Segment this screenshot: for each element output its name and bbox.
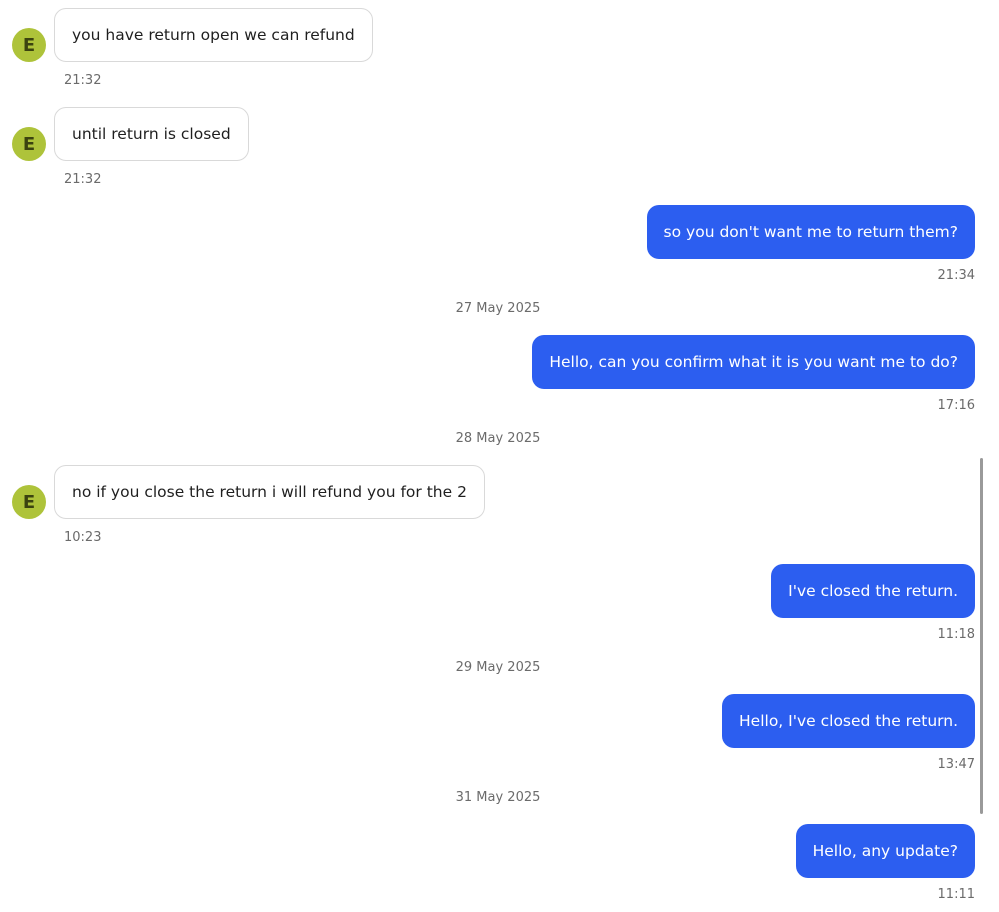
message-timestamp: 21:34 xyxy=(937,268,975,283)
date-separator: 31 May 2025 xyxy=(455,790,541,805)
message-timestamp: 21:32 xyxy=(64,172,102,187)
outgoing-message-bubble: Hello, can you confirm what it is you wa… xyxy=(532,335,975,389)
outgoing-message-bubble: Hello, any update? xyxy=(795,824,975,878)
message-timestamp: 10:23 xyxy=(64,530,102,545)
outgoing-message-bubble: so you don't want me to return them? xyxy=(646,205,975,259)
contact-avatar[interactable]: E xyxy=(12,127,46,161)
date-separator: 28 May 2025 xyxy=(455,431,541,446)
scrollbar-thumb[interactable] xyxy=(980,458,983,814)
chat-thread: E you have return open we can refund 21:… xyxy=(0,0,999,912)
incoming-message-bubble: no if you close the return i will refund… xyxy=(54,465,485,519)
incoming-message-bubble: until return is closed xyxy=(54,107,249,161)
date-separator: 29 May 2025 xyxy=(455,660,541,675)
message-timestamp: 13:47 xyxy=(937,757,975,772)
incoming-message-bubble: you have return open we can refund xyxy=(54,8,373,62)
date-separator: 27 May 2025 xyxy=(455,301,541,316)
contact-avatar[interactable]: E xyxy=(12,485,46,519)
outgoing-message-bubble: Hello, I've closed the return. xyxy=(722,694,975,748)
contact-avatar[interactable]: E xyxy=(12,28,46,62)
message-timestamp: 17:16 xyxy=(937,398,975,413)
message-timestamp: 21:32 xyxy=(64,73,102,88)
outgoing-message-bubble: I've closed the return. xyxy=(771,564,975,618)
message-timestamp: 11:18 xyxy=(937,627,975,642)
message-timestamp: 11:11 xyxy=(937,887,975,902)
